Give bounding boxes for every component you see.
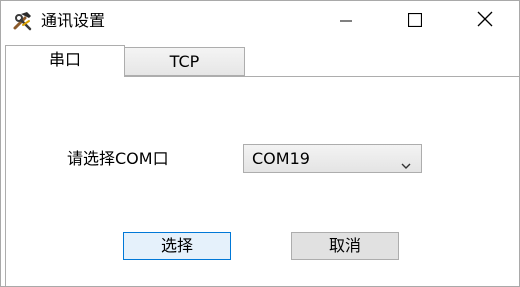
com-port-label: 请选择COM口 bbox=[67, 149, 169, 168]
cancel-button[interactable]: 取消 bbox=[291, 232, 399, 260]
com-port-select[interactable]: COM19 bbox=[243, 144, 422, 173]
close-button[interactable] bbox=[462, 1, 508, 41]
tools-icon bbox=[11, 9, 35, 33]
title-bar[interactable]: 通讯设置 bbox=[1, 1, 519, 41]
chevron-down-icon bbox=[401, 155, 411, 169]
tab-strip: 串口 TCP bbox=[1, 45, 519, 77]
tab-panel-serial bbox=[5, 76, 519, 286]
minimize-button[interactable] bbox=[323, 1, 369, 41]
minimize-icon bbox=[340, 12, 352, 31]
tab-serial[interactable]: 串口 bbox=[5, 45, 125, 77]
close-icon bbox=[477, 11, 493, 31]
window-title: 通讯设置 bbox=[41, 11, 106, 30]
select-button[interactable]: 选择 bbox=[123, 232, 231, 260]
maximize-icon bbox=[407, 12, 423, 31]
settings-dialog: 通讯设置 串口 TCP 请选择COM口 COM19 选择 取消 bbox=[0, 0, 520, 287]
maximize-button[interactable] bbox=[392, 1, 438, 41]
com-port-value: COM19 bbox=[252, 149, 310, 168]
tab-tcp[interactable]: TCP bbox=[125, 47, 245, 76]
